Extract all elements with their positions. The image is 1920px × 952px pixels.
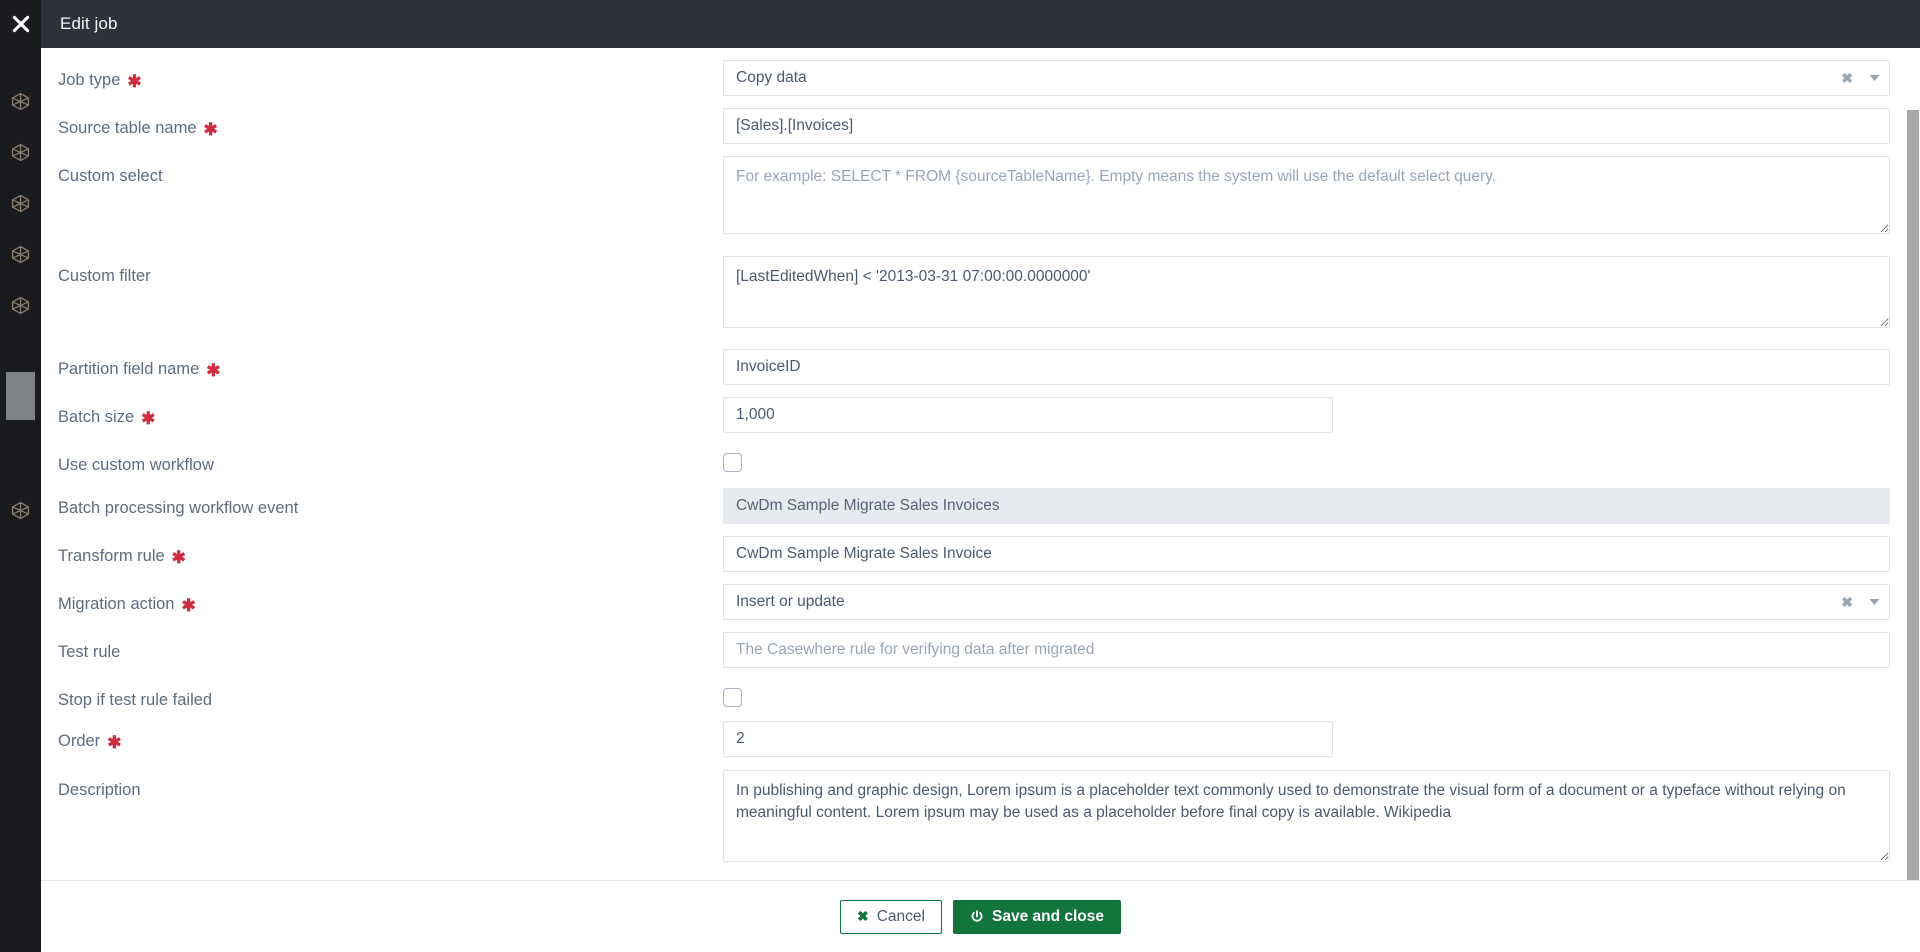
edit-job-form: Job type ✱ ✖ Source table name ✱	[41, 48, 1920, 880]
close-icon[interactable]	[0, 0, 41, 48]
cube-icon	[11, 245, 30, 264]
field-row-use-custom-workflow: Use custom workflow	[41, 445, 1920, 475]
job-type-select[interactable]	[723, 60, 1890, 96]
label-text: Description	[58, 781, 141, 799]
label-transform-rule: Transform rule ✱	[58, 536, 723, 572]
label-custom-filter: Custom filter	[58, 256, 723, 333]
label-test-rule: Test rule	[58, 632, 723, 668]
job-type-select-wrap: ✖	[723, 60, 1890, 96]
label-use-custom-workflow: Use custom workflow	[58, 445, 723, 475]
dialog-footer: ✖ Cancel Save and close	[41, 880, 1920, 952]
chevron-down-icon[interactable]	[1869, 74, 1880, 82]
field-row-order: Order ✱	[41, 721, 1920, 757]
cube-icon	[11, 194, 30, 213]
sidebar-item-4[interactable]	[0, 229, 41, 280]
migration-action-select-icons: ✖	[1841, 584, 1880, 620]
field-row-batch-processing-workflow-event: Batch processing workflow event	[41, 488, 1920, 524]
dialog-titlebar: Edit job	[41, 0, 1920, 48]
description-textarea[interactable]	[723, 770, 1890, 862]
chevron-down-icon[interactable]	[1869, 598, 1880, 606]
cube-icon	[11, 92, 30, 111]
label-stop-if-test-rule-failed: Stop if test rule failed	[58, 680, 723, 710]
label-text: Source table name	[58, 119, 197, 137]
label-text: Custom select	[58, 167, 163, 185]
vertical-scrollbar-thumb[interactable]	[1907, 110, 1919, 952]
close-icon: ✖	[857, 908, 869, 924]
field-row-partition-field-name: Partition field name ✱	[41, 349, 1920, 385]
order-input[interactable]	[723, 721, 1333, 757]
migration-action-select-wrap: ✖	[723, 584, 1890, 620]
label-migration-action: Migration action ✱	[58, 584, 723, 620]
migration-action-select[interactable]	[723, 584, 1890, 620]
field-row-custom-select: Custom select	[41, 156, 1920, 239]
required-marker: ✱	[141, 409, 156, 428]
field-row-job-type: Job type ✱ ✖	[41, 60, 1920, 96]
sidebar-item-5[interactable]	[0, 280, 41, 331]
sidebar-item-2[interactable]	[0, 127, 41, 178]
required-marker: ✱	[171, 548, 186, 567]
label-order: Order ✱	[58, 721, 723, 757]
power-icon	[970, 909, 984, 924]
stop-if-test-rule-failed-checkbox[interactable]	[723, 688, 742, 707]
sidebar-item-3[interactable]	[0, 178, 41, 229]
vertical-scrollbar[interactable]	[1906, 110, 1920, 952]
source-table-name-input[interactable]	[723, 108, 1890, 144]
page-title: Edit job	[60, 14, 118, 33]
required-marker: ✱	[107, 733, 122, 752]
clear-icon[interactable]: ✖	[1841, 595, 1853, 609]
field-row-batch-size: Batch size ✱	[41, 397, 1920, 433]
label-text: Job type	[58, 71, 121, 89]
use-custom-workflow-checkbox[interactable]	[723, 453, 742, 472]
sidebar-item-6[interactable]	[0, 485, 41, 536]
partition-field-name-input[interactable]	[723, 349, 1890, 385]
required-marker: ✱	[206, 361, 221, 380]
app-sidebar	[0, 0, 41, 952]
save-and-close-button-label: Save and close	[991, 907, 1104, 925]
label-text: Test rule	[58, 643, 121, 661]
label-custom-select: Custom select	[58, 156, 723, 239]
batch-processing-workflow-event-input	[723, 488, 1890, 524]
label-text: Order	[58, 732, 101, 750]
label-text: Use custom workflow	[58, 456, 214, 474]
field-row-transform-rule: Transform rule ✱	[41, 536, 1920, 572]
label-text: Partition field name	[58, 360, 200, 378]
custom-select-textarea[interactable]	[723, 156, 1890, 234]
cube-icon	[11, 296, 30, 315]
label-text: Transform rule	[58, 547, 165, 565]
required-marker: ✱	[203, 120, 218, 139]
clear-icon[interactable]: ✖	[1841, 71, 1853, 85]
sidebar-item-active[interactable]	[6, 372, 35, 420]
label-batch-size: Batch size ✱	[58, 397, 723, 433]
sidebar-item-1[interactable]	[0, 76, 41, 127]
cube-icon	[11, 143, 30, 162]
job-type-select-icons: ✖	[1841, 60, 1880, 96]
field-row-custom-filter: Custom filter	[41, 256, 1920, 333]
save-and-close-button[interactable]: Save and close	[952, 899, 1121, 934]
label-job-type: Job type ✱	[58, 60, 723, 96]
cube-icon	[11, 501, 30, 520]
cancel-button[interactable]: ✖ Cancel	[840, 899, 942, 934]
field-row-stop-if-test-rule-failed: Stop if test rule failed	[41, 680, 1920, 710]
field-row-migration-action: Migration action ✱ ✖	[41, 584, 1920, 620]
label-description: Description	[58, 770, 723, 867]
test-rule-input[interactable]	[723, 632, 1890, 668]
required-marker: ✱	[181, 596, 196, 615]
required-marker: ✱	[127, 72, 142, 91]
label-partition-field-name: Partition field name ✱	[58, 349, 723, 385]
field-row-description: Description	[41, 770, 1920, 867]
label-batch-processing-workflow-event: Batch processing workflow event	[58, 488, 723, 524]
label-text: Batch size	[58, 408, 135, 426]
cancel-button-label: Cancel	[876, 907, 925, 925]
field-row-source-table-name: Source table name ✱	[41, 108, 1920, 144]
label-text: Custom filter	[58, 267, 151, 285]
field-row-test-rule: Test rule	[41, 632, 1920, 668]
label-source-table-name: Source table name ✱	[58, 108, 723, 144]
label-text: Batch processing workflow event	[58, 499, 299, 517]
transform-rule-input[interactable]	[723, 536, 1890, 572]
label-text: Migration action	[58, 595, 175, 613]
custom-filter-textarea[interactable]	[723, 256, 1890, 328]
label-text: Stop if test rule failed	[58, 691, 213, 709]
batch-size-input[interactable]	[723, 397, 1333, 433]
